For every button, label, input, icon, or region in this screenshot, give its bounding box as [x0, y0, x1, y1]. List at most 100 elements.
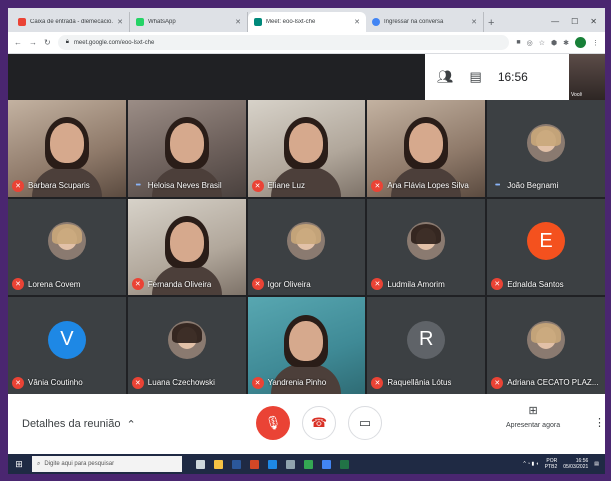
globe-icon [372, 18, 380, 26]
participant-tile[interactable]: ••• João Begnami [487, 100, 605, 197]
participant-name-row: ✕ Barbara Scuparis [12, 179, 122, 192]
participant-tile[interactable]: ✕ Luana Czechowski [127, 297, 246, 394]
zoom-icon[interactable]: ◎ [527, 39, 533, 47]
tray-lang[interactable]: POR PTB2 [545, 458, 558, 470]
camera-icon: ▭ [358, 415, 372, 430]
browser-tab-gmail[interactable]: Caixa de entrada - dlemecacio... ✕ [12, 12, 130, 32]
url-field[interactable]: 🔒︎ meet.google.com/eoo-lsxt-che [57, 35, 510, 50]
participant-name-row: ✕ Luana Czechowski [131, 376, 242, 389]
participant-tile[interactable]: ✕ Fernanda Oliveira [127, 198, 246, 296]
participant-initial-avatar: R [407, 320, 446, 359]
mic-toggle-button[interactable]: 🎙︎ [256, 406, 290, 440]
tab-label: Ingressar na conversa [384, 19, 444, 25]
browser-tab-meet[interactable]: Meet: eoo-lsxt-che ✕ [248, 12, 366, 32]
participant-tile[interactable]: ✕ Yandrenia Pinho [247, 297, 366, 394]
participant-avatar [287, 222, 326, 261]
participant-tile[interactable]: ✕ Ludmila Amorim [367, 198, 486, 296]
participant-tile[interactable]: ✕ Lorena Covem [8, 198, 126, 296]
participant-name-row: ✕ Igor Oliveira [251, 278, 362, 291]
chat-icon[interactable]: ▤ [470, 69, 482, 85]
participant-initial-avatar: V [47, 320, 86, 359]
edge-icon[interactable] [268, 459, 277, 469]
meet-icon [254, 18, 262, 26]
mail-icon[interactable] [322, 459, 331, 469]
close-tab-icon[interactable]: ✕ [117, 18, 123, 26]
mic-off-icon: ✕ [371, 376, 384, 389]
more-options-icon[interactable]: ⋮ [594, 416, 605, 429]
tray-lang-layout: PTB2 [544, 464, 558, 470]
participant-initial-avatar: E [527, 222, 566, 261]
close-tab-icon[interactable]: ✕ [235, 18, 241, 26]
participant-tile[interactable]: ✕ Adriana CECATO PLAZ... [487, 297, 605, 394]
participant-name-row: ✕ Eliane Luz [251, 179, 362, 192]
participant-name-row: ••• Heloisa Neves Brasil [132, 180, 242, 192]
participant-tile[interactable]: E ✕ Ednalda Santos [487, 198, 605, 296]
participant-name-row: ✕ Ana Flávia Lopes Silva [371, 179, 481, 192]
mic-off-icon: ✕ [491, 278, 504, 291]
participant-tile[interactable]: ✕ Igor Oliveira [247, 198, 366, 296]
star-icon[interactable]: ☆ [539, 39, 545, 47]
tray-icons[interactable]: ^ ◔ ▮ ◖ [523, 461, 538, 467]
participant-name-row: ••• João Begnami [491, 180, 601, 192]
participant-tile[interactable]: ✕ Eliane Luz [247, 100, 366, 197]
participant-name-row: ✕ Raquellânia Lótus [371, 376, 481, 389]
taskbar-search-placeholder: Digite aqui para pesquisar [44, 461, 115, 467]
taskbar-search[interactable]: ⌕ Digite aqui para pesquisar [32, 456, 182, 472]
task-view-icon[interactable] [196, 459, 205, 469]
participant-tile[interactable]: V ✕ Vânia Coutinho [8, 297, 126, 394]
present-screen-icon: ⊞ [528, 405, 538, 417]
word-icon[interactable] [232, 459, 241, 469]
close-tab-icon[interactable]: ✕ [471, 18, 477, 26]
maximize-icon[interactable]: ☐ [571, 17, 578, 26]
browser-tab-conversa[interactable]: Ingressar na conversa ✕ [366, 12, 484, 32]
participant-tile[interactable]: ✕ Barbara Scuparis [8, 100, 126, 197]
meeting-details-button[interactable]: Detalhes da reunião ⌃ [8, 418, 208, 431]
participant-avatar [527, 123, 566, 162]
forward-icon[interactable]: → [29, 38, 37, 47]
new-tab-button[interactable]: + [488, 17, 494, 29]
powerpoint-icon[interactable] [250, 459, 259, 469]
chrome-icon[interactable] [304, 459, 313, 469]
notifications-icon[interactable]: ▤ [594, 461, 599, 467]
chevron-up-icon: ⌃ [126, 418, 136, 431]
store-icon[interactable] [286, 459, 295, 469]
people-icon[interactable]: 👥︎ [437, 69, 454, 85]
participant-name-row: ✕ Adriana CECATO PLAZ... [491, 376, 601, 389]
tray-date: 05/03/2021 [563, 464, 589, 470]
extension-icon[interactable]: ⬢ [551, 39, 557, 47]
file-explorer-icon[interactable] [214, 459, 223, 469]
participant-tile[interactable]: R ✕ Raquellânia Lótus [367, 297, 486, 394]
excel-icon[interactable] [340, 459, 349, 469]
mic-off-icon: ✕ [251, 179, 264, 192]
hang-up-button[interactable]: ☎︎ [302, 406, 336, 440]
participant-name: Barbara Scuparis [28, 181, 90, 191]
clock: 16:56 [497, 70, 528, 84]
back-icon[interactable]: ← [14, 38, 22, 47]
close-tab-icon[interactable]: ✕ [354, 18, 360, 26]
present-now-button[interactable]: ⊞ Apresentar agora [506, 404, 560, 429]
participant-tile[interactable]: ••• Heloisa Neves Brasil [127, 100, 246, 197]
windows-start-icon[interactable]: ⊞ [12, 459, 26, 470]
browser-tab-whatsapp[interactable]: WhatsApp ✕ [130, 12, 248, 32]
participant-grid: ✕ Barbara Scuparis ••• Heloisa Neves Brasil… [8, 100, 605, 394]
close-window-icon[interactable]: ✕ [590, 17, 597, 26]
tray-clock[interactable]: 16:56 05/03/2021 [563, 458, 588, 470]
camera-toggle-button[interactable]: ▭ [348, 406, 382, 440]
search-icon: ⌕ [37, 460, 41, 467]
minimize-icon[interactable]: — [551, 17, 559, 26]
participant-tile[interactable]: ✕ Ana Flávia Lopes Silva [367, 100, 486, 197]
puzzle-icon[interactable]: ✱ [563, 39, 569, 47]
menu-dots-icon[interactable]: ⋮ [592, 39, 599, 47]
tab-label: WhatsApp [148, 19, 176, 25]
participant-name: Fernanda Oliveira [147, 279, 212, 289]
reload-icon[interactable]: ↻ [44, 38, 51, 47]
participant-video-face [169, 123, 204, 164]
self-view-label: Você [571, 92, 583, 98]
participant-name-row: ✕ Ludmila Amorim [371, 278, 481, 291]
participant-name-row: ✕ Fernanda Oliveira [131, 278, 242, 291]
participant-video-face [289, 320, 324, 361]
participant-name: Ludmila Amorim [387, 279, 445, 289]
camera-indicator-icon[interactable]: ■ [516, 39, 520, 46]
self-view[interactable]: Você [569, 54, 605, 100]
profile-avatar[interactable] [575, 37, 586, 48]
